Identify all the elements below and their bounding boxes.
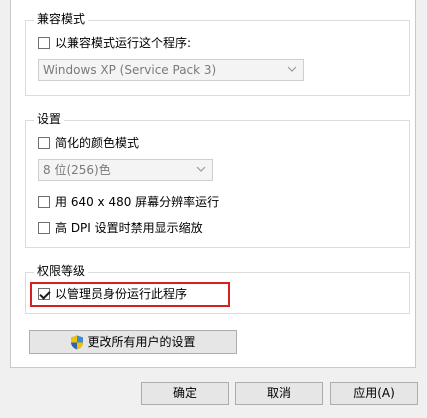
disable-dpi-scaling-box[interactable] bbox=[38, 222, 50, 234]
disable-dpi-scaling-label: 高 DPI 设置时禁用显示缩放 bbox=[55, 221, 203, 235]
run-in-compat-mode-label: 以兼容模式运行这个程序: bbox=[55, 36, 192, 50]
chevron-down-icon bbox=[196, 166, 206, 172]
apply-button[interactable]: 应用(A) bbox=[330, 382, 418, 405]
reduced-color-box[interactable] bbox=[38, 137, 50, 149]
compatibility-tab-panel: 兼容模式 以兼容模式运行这个程序: Windows XP (Service Pa… bbox=[10, 0, 416, 368]
uac-shield-icon bbox=[71, 335, 84, 349]
resolution-640-checkbox[interactable]: 用 640 x 480 屏幕分辨率运行 bbox=[38, 194, 219, 210]
resolution-640-label: 用 640 x 480 屏幕分辨率运行 bbox=[55, 195, 220, 209]
change-all-users-label: 更改所有用户的设置 bbox=[87, 334, 196, 349]
ok-button[interactable]: 确定 bbox=[141, 382, 229, 405]
settings-title: 设置 bbox=[34, 112, 65, 126]
cancel-button[interactable]: 取消 bbox=[235, 382, 323, 405]
change-all-users-button[interactable]: 更改所有用户的设置 bbox=[29, 330, 237, 354]
reduced-color-checkbox[interactable]: 简化的颜色模式 bbox=[38, 135, 139, 151]
run-in-compat-mode-box[interactable] bbox=[38, 37, 50, 49]
os-version-value: Windows XP (Service Pack 3) bbox=[43, 63, 217, 77]
reduced-color-label: 简化的颜色模式 bbox=[55, 136, 140, 150]
run-in-compat-mode-checkbox[interactable]: 以兼容模式运行这个程序: bbox=[38, 35, 191, 51]
disable-dpi-scaling-checkbox[interactable]: 高 DPI 设置时禁用显示缩放 bbox=[38, 220, 203, 236]
compatibility-mode-title: 兼容模式 bbox=[34, 12, 89, 26]
compatibility-mode-group bbox=[25, 20, 410, 96]
highlight-box bbox=[30, 282, 230, 307]
color-depth-select[interactable]: 8 位(256)色 bbox=[38, 159, 213, 181]
privilege-level-title: 权限等级 bbox=[34, 264, 89, 278]
color-depth-value: 8 位(256)色 bbox=[43, 163, 111, 177]
resolution-640-box[interactable] bbox=[38, 196, 50, 208]
os-version-select[interactable]: Windows XP (Service Pack 3) bbox=[38, 59, 304, 81]
chevron-down-icon bbox=[287, 66, 297, 72]
